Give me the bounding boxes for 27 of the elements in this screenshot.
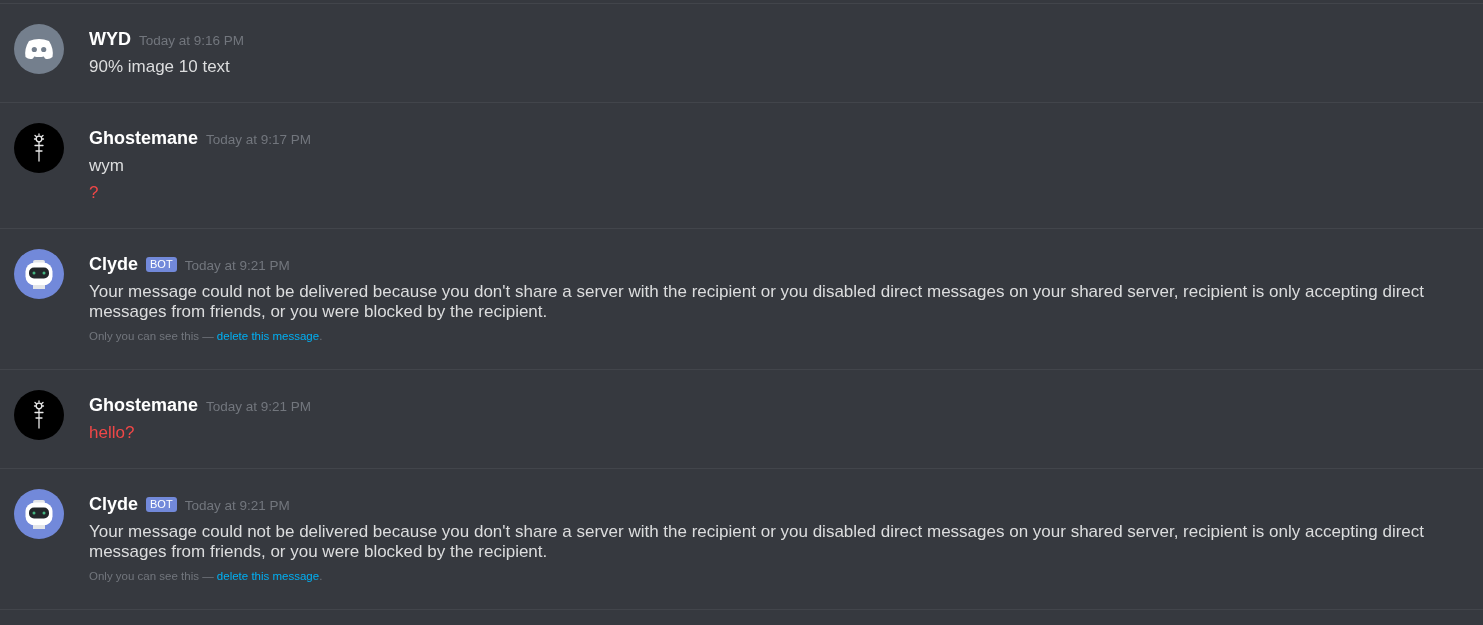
delete-message-link[interactable]: delete this message xyxy=(216,570,320,582)
message-text: hello? xyxy=(89,423,136,443)
author-name[interactable]: Clyde xyxy=(89,493,139,515)
message-timestamp: Today at 9:21 PM xyxy=(184,257,290,275)
author-name[interactable]: WYD xyxy=(89,28,131,50)
message-text: ? xyxy=(89,183,100,203)
message-timestamp: Today at 9:21 PM xyxy=(184,497,290,515)
symbol-avatar-icon xyxy=(14,390,64,440)
bot-tag: BOT xyxy=(146,256,177,272)
delete-message-link[interactable]: delete this message xyxy=(216,330,320,342)
message-text: wym xyxy=(89,156,125,176)
ephemeral-notice: Only you can see this — delete this message. xyxy=(89,569,324,584)
author-name[interactable]: Clyde xyxy=(89,253,139,275)
bot-tag: BOT xyxy=(146,496,177,512)
message-text: Your message could not be delivered because you don't share a server with the recipient or you disabled direct messages on your shared server, recipient is only accepting direct messages from friends, or you were blocked by the recipient. xyxy=(89,282,1426,322)
robot-avatar-icon xyxy=(14,489,64,539)
message-text: 90% image 10 text xyxy=(89,57,231,77)
controller-avatar-icon xyxy=(14,24,64,74)
author-name[interactable]: Ghostemane xyxy=(89,127,199,149)
ephemeral-notice: Only you can see this — delete this message. xyxy=(89,329,324,344)
symbol-avatar-icon xyxy=(14,123,64,173)
message-timestamp: Today at 9:21 PM xyxy=(206,398,312,416)
robot-avatar-icon xyxy=(14,249,64,299)
message-timestamp: Today at 9:17 PM xyxy=(206,131,312,149)
author-name[interactable]: Ghostemane xyxy=(89,394,199,416)
message-timestamp: Today at 9:16 PM xyxy=(139,32,245,50)
message-text: Your message could not be delivered because you don't share a server with the recipient or you disabled direct messages on your shared server, recipient is only accepting direct messages from friends, or you were blocked by the recipient. xyxy=(89,522,1426,562)
